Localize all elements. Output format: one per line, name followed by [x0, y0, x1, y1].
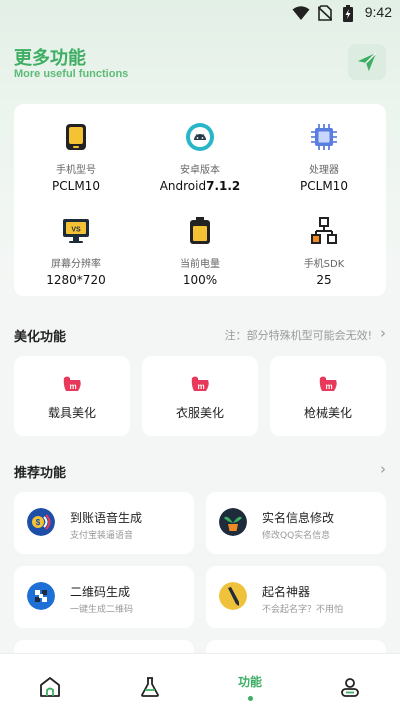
beauty-icon: m [63, 376, 81, 391]
recommend-chevron-right-icon[interactable]: › [380, 460, 386, 478]
bottom-nav: 功能 [0, 653, 400, 719]
qrcode-button[interactable]: 二维码生成 一键生成二维码 [14, 566, 194, 628]
pen-icon [219, 582, 247, 610]
naming-tool-title: 起名神器 [262, 585, 311, 599]
no-sim-icon [318, 5, 332, 21]
android-version-value: Android7.1.2 [138, 179, 262, 193]
nav-function-label: 功能 [237, 675, 262, 689]
network-icon [311, 217, 337, 244]
sdk-item: 手机SDK 25 [262, 216, 386, 287]
beauty-section-note: 注：部分特殊机型可能会无效! [224, 329, 372, 342]
nav-profile[interactable] [300, 654, 400, 719]
beauty-icon: m [319, 376, 337, 391]
sdk-value: 25 [316, 273, 332, 287]
qrcode-title: 二维码生成 [70, 585, 131, 599]
payment-voice-button[interactable]: $ 到账语音生成 支付宝装逼语音 [14, 492, 194, 554]
device-info-card: 手机型号 PCLM10 安卓版本 Android7.1.2 处理器 PCLM10… [14, 104, 386, 296]
realname-edit-subtitle: 修改QQ实名信息 [262, 531, 331, 541]
wifi-icon [292, 6, 310, 20]
naming-tool-subtitle: 不会起名字？不用怕 [262, 605, 344, 615]
active-indicator [247, 696, 253, 701]
qrcode-subtitle: 一键生成二维码 [70, 605, 134, 615]
vehicle-beauty-label: 载具美化 [47, 406, 96, 420]
page-subtitle: More useful functions [14, 68, 129, 80]
naming-tool-button[interactable]: 起名神器 不会起名字？不用怕 [206, 566, 386, 628]
page-title: 更多功能 [14, 48, 86, 69]
device-model-value: PCLM10 [52, 179, 100, 193]
clothes-beauty-button[interactable]: m 衣服美化 [142, 356, 258, 436]
qrcode-icon [27, 582, 55, 610]
payment-voice-title: 到账语音生成 [70, 511, 143, 525]
clock: 9:42 [364, 4, 392, 20]
processor-item: 处理器 PCLM10 [262, 122, 386, 193]
nav-function[interactable]: 功能 [200, 654, 300, 719]
android-version-prefix: Android [159, 179, 207, 193]
clothes-beauty-label: 衣服美化 [175, 406, 224, 420]
device-model-label: 手机型号 [56, 165, 96, 176]
gun-beauty-button[interactable]: m 枪械美化 [270, 356, 386, 436]
chip-icon [311, 124, 337, 150]
android-version-label: 安卓版本 [180, 165, 220, 176]
flask-icon [141, 677, 159, 697]
nav-home[interactable] [0, 654, 100, 719]
plant-icon [219, 508, 247, 536]
user-icon [341, 678, 359, 697]
android-version-item: 安卓版本 Android7.1.2 [138, 122, 262, 193]
android-version-number: 7.1.2 [206, 179, 241, 193]
svg-text:VS: VS [71, 227, 81, 234]
battery-charging-icon [343, 5, 353, 22]
beauty-icon: m [191, 376, 209, 391]
recommend-section-title: 推荐功能 [14, 466, 67, 481]
battery-icon [190, 217, 210, 244]
battery-label: 当前电量 [180, 259, 220, 270]
processor-label: 处理器 [309, 165, 339, 176]
battery-value: 100% [182, 273, 218, 287]
beauty-section-title: 美化功能 [14, 330, 67, 345]
status-bar: 9:42 [0, 0, 400, 26]
vehicle-beauty-button[interactable]: m 载具美化 [14, 356, 130, 436]
phone-icon [66, 124, 86, 150]
realname-edit-button[interactable]: 实名信息修改 修改QQ实名信息 [206, 492, 386, 554]
processor-value: PCLM10 [300, 179, 348, 193]
svg-text:m: m [69, 382, 76, 391]
svg-text:m: m [197, 382, 204, 391]
svg-text:m: m [325, 382, 332, 391]
payment-voice-subtitle: 支付宝装逼语音 [70, 531, 134, 541]
payment-voice-icon: $ [27, 508, 55, 536]
battery-item: 当前电量 100% [138, 216, 262, 287]
home-icon [40, 677, 60, 697]
android-icon [186, 123, 214, 151]
realname-edit-title: 实名信息修改 [262, 511, 335, 525]
resolution-value: 1280*720 [46, 273, 106, 287]
resolution-item: VS 屏幕分辨率 1280*720 [14, 216, 138, 287]
share-button[interactable] [348, 44, 386, 80]
resolution-label: 屏幕分辨率 [51, 259, 101, 270]
monitor-icon: VS [63, 219, 89, 243]
beauty-chevron-right-icon[interactable]: › [380, 324, 386, 342]
svg-text:$: $ [36, 518, 41, 527]
send-icon [357, 52, 377, 72]
nav-lab[interactable] [100, 654, 200, 719]
sdk-label: 手机SDK [303, 259, 345, 270]
device-model-item: 手机型号 PCLM10 [14, 122, 138, 193]
gun-beauty-label: 枪械美化 [303, 406, 352, 420]
